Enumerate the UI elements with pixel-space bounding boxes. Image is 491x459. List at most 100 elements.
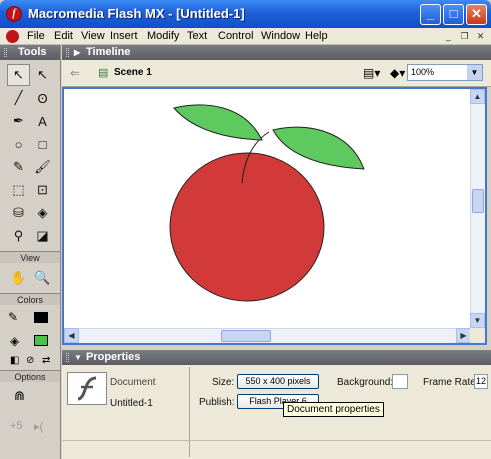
view-section-label: View [0,251,60,263]
stage-frame: ▲ ▼ ◀ ▶ [62,87,487,345]
tools-panel-title: Tools [18,46,47,58]
timeline-header[interactable]: ▶ Timeline [62,45,491,60]
menu-insert[interactable]: Insert [110,30,138,42]
magnet-icon[interactable]: ⋒ [14,388,25,404]
default-colors-icon[interactable]: ◧ [10,355,19,366]
tool-options: ⋒ +5 ▸( [0,382,60,450]
stroke-color-swatch[interactable] [34,312,48,323]
arrow-tool-icon[interactable]: ↖ [7,64,30,86]
doc-restore-button[interactable]: ❐ [458,30,471,42]
pencil-tool-icon[interactable]: ✎ [7,156,30,178]
fill-bucket-icon: ◈ [10,334,20,348]
close-button[interactable]: ✕ [466,4,487,25]
ink-bottle-tool-icon[interactable]: ⛁ [7,202,30,224]
left-leaf[interactable] [173,104,263,141]
flash-document-icon [67,372,107,405]
properties-divider [189,367,190,457]
view-tools: ✋ 🔍 [0,263,60,293]
scene-icon: ▤ [98,67,109,79]
document-properties-tooltip: Document properties [283,402,384,417]
doc-close-button[interactable]: ✕ [474,30,487,42]
zoom-tool-icon[interactable]: 🔍 [31,267,54,289]
vertical-scroll-thumb[interactable] [472,189,484,213]
document-name: Untitled-1 [110,398,153,409]
horizontal-scroll-thumb[interactable] [221,330,271,342]
document-menu-icon[interactable] [6,30,19,43]
zoom-value: 100% [411,67,435,77]
properties-header[interactable]: ▼ Properties [62,350,491,365]
panel-grip-icon[interactable] [4,48,7,57]
document-type-label: Document [110,377,156,388]
menu-control[interactable]: Control [218,30,253,42]
smooth-icon[interactable]: +5 [10,420,23,432]
brush-tool-icon[interactable]: 🖌 [31,156,54,178]
vertical-scrollbar[interactable]: ▲ ▼ [470,89,485,328]
fill-transform-tool-icon[interactable]: ⊡ [31,179,54,201]
properties-grip-icon[interactable] [66,353,69,362]
properties-panel: Document Untitled-1 Size: 550 x 400 pixe… [62,365,491,459]
background-color-swatch[interactable] [392,374,408,389]
menu-help[interactable]: Help [305,30,328,42]
background-label: Background: [337,377,394,388]
eyedropper-tool-icon[interactable]: ⚲ [7,225,30,247]
edit-bar: ⇐ ▤ Scene 1 ▤▾ ◆▾ 100% ▼ [62,60,491,87]
back-arrow-icon[interactable]: ⇐ [70,66,80,80]
fill-color-row: ◈ [0,330,60,354]
free-transform-tool-icon[interactable]: ⬚ [7,179,30,201]
menu-view[interactable]: View [81,30,105,42]
tools-panel-header[interactable]: Tools [0,45,60,60]
chevron-down-icon[interactable]: ▼ [467,65,482,80]
rectangle-tool-icon[interactable]: □ [31,133,54,155]
eraser-tool-icon[interactable]: ◪ [31,225,54,247]
doc-minimize-button[interactable]: _ [442,30,455,42]
properties-separator [62,440,491,441]
horizontal-scrollbar[interactable]: ◀ ▶ [64,328,471,343]
no-color-icon[interactable]: ⊘ [26,355,34,366]
right-leaf[interactable] [272,126,365,170]
swap-colors-icon[interactable]: ⇄ [42,355,50,366]
lasso-tool-icon[interactable]: ʘ [31,87,54,109]
menu-edit[interactable]: Edit [54,30,73,42]
zoom-select[interactable]: 100% ▼ [407,64,483,81]
scroll-up-button[interactable]: ▲ [470,89,485,104]
frame-rate-input[interactable]: 12 [474,374,488,389]
minimize-button[interactable]: _ [420,4,441,25]
pen-tool-icon[interactable]: ✒ [7,110,30,132]
straighten-icon[interactable]: ▸( [34,420,43,433]
options-section-label: Options [0,370,60,382]
window-title: Macromedia Flash MX - [Untitled-1] [28,6,245,21]
hand-tool-icon[interactable]: ✋ [7,267,30,289]
scroll-left-button[interactable]: ◀ [64,328,79,343]
stroke-color-row: ✎ [0,305,60,330]
menu-file[interactable]: File [27,30,45,42]
document-size-button[interactable]: 550 x 400 pixels [237,374,319,389]
frame-rate-label: Frame Rate: [423,377,479,388]
drawing-tools: ↖ ↖ ╱ ʘ ✒ A ○ □ ✎ 🖌 ⬚ ⊡ ⛁ ◈ ⚲ ◪ [0,60,60,251]
stage-canvas[interactable] [64,89,471,328]
colors-section-label: Colors [0,293,60,305]
scroll-right-button[interactable]: ▶ [456,328,471,343]
scene-name[interactable]: Scene 1 [114,67,152,78]
maximize-button[interactable]: □ [443,4,464,25]
menu-modify[interactable]: Modify [147,30,179,42]
apple-shape[interactable] [169,152,325,302]
apple-drawing [169,104,365,302]
subselect-tool-icon[interactable]: ↖ [31,64,54,86]
scroll-down-button[interactable]: ▼ [470,313,485,328]
size-label: Size: [212,377,235,388]
flash-f-glyph [77,376,97,401]
paint-bucket-tool-icon[interactable]: ◈ [31,202,54,224]
menu-window[interactable]: Window [261,30,300,42]
line-tool-icon[interactable]: ╱ [7,87,30,109]
oval-tool-icon[interactable]: ○ [7,133,30,155]
flash-app-icon[interactable]: f [6,6,22,22]
timeline-grip-icon[interactable] [66,48,69,57]
properties-collapse-icon[interactable]: ▼ [74,350,82,365]
edit-symbols-icon[interactable]: ◆▾ [390,66,405,80]
timeline-expand-icon[interactable]: ▶ [74,45,80,60]
menu-text[interactable]: Text [187,30,207,42]
edit-scene-icon[interactable]: ▤▾ [363,66,380,80]
tools-panel: Tools ↖ ↖ ╱ ʘ ✒ A ○ □ ✎ 🖌 ⬚ ⊡ ⛁ ◈ ⚲ ◪ Vi… [0,45,61,459]
fill-color-swatch[interactable] [34,335,48,346]
text-tool-icon[interactable]: A [31,110,54,132]
